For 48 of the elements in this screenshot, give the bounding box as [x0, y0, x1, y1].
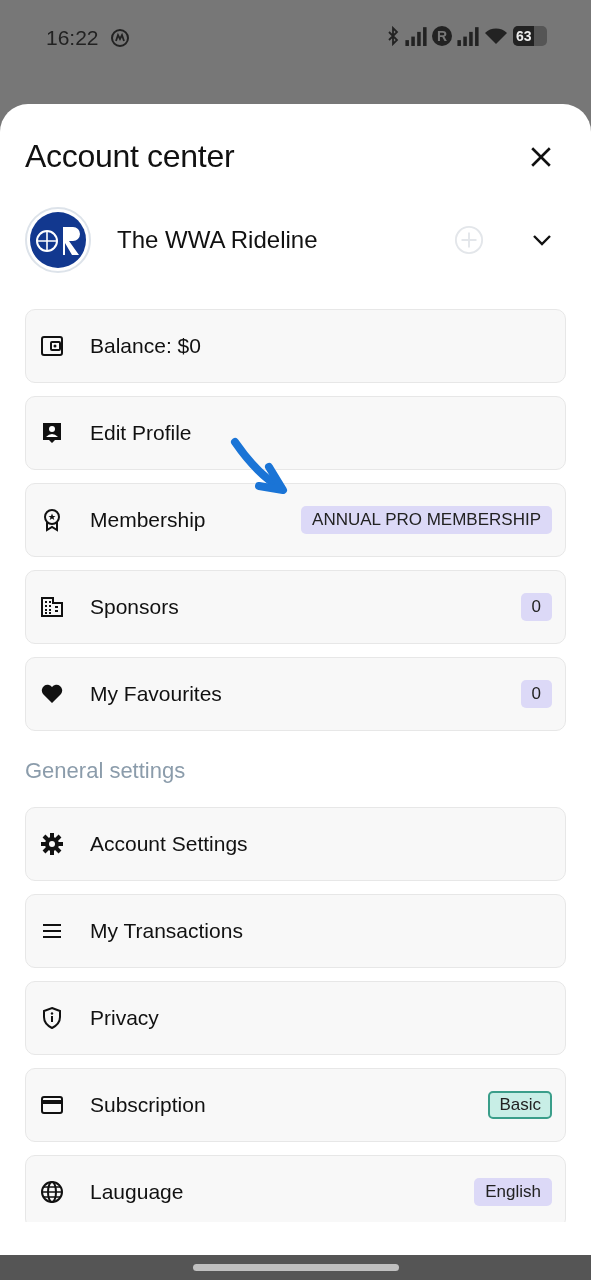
wallet-icon [40, 334, 64, 358]
menu-item[interactable]: Lauguage English [25, 1155, 566, 1222]
item-label: Subscription [90, 1093, 207, 1117]
menu-item[interactable]: Edit Profile [25, 396, 566, 470]
plus-icon [454, 225, 484, 255]
menu-item[interactable]: Account Settings [25, 807, 566, 881]
tag: 0 [520, 593, 552, 621]
signal-icon [405, 26, 427, 46]
menu-item[interactable]: Membership ANNUAL PRO MEMBERSHIP [25, 483, 566, 557]
menu-item[interactable]: Privacy [25, 981, 566, 1055]
wifi-icon [484, 27, 508, 45]
clock-time: 16:22 [46, 26, 99, 50]
close-icon [530, 145, 552, 168]
item-label: Edit Profile [90, 421, 193, 445]
menu-item[interactable]: Subscription Basic [25, 1068, 566, 1142]
credit-card-icon [40, 1093, 64, 1117]
menu-item[interactable]: Balance: $0 [25, 309, 566, 383]
tag: 0 [520, 680, 552, 708]
globe-icon [40, 1180, 64, 1204]
chevron-down-icon [532, 234, 552, 246]
shield-icon [40, 1006, 64, 1030]
item-label: Balance: $0 [90, 334, 202, 358]
account-name[interactable]: The WWA Rideline [117, 226, 450, 254]
menu-item[interactable]: My Transactions [25, 894, 566, 968]
menu-item[interactable]: Sponsors 0 [25, 570, 566, 644]
contact-card-icon [40, 421, 64, 445]
item-label: Sponsors [90, 595, 180, 619]
item-label: Lauguage [90, 1180, 185, 1204]
tag: English [474, 1178, 552, 1206]
item-label: Privacy [90, 1006, 160, 1030]
heart-icon [40, 682, 64, 706]
avatar-logo-icon [25, 207, 91, 273]
tag: Basic [488, 1091, 552, 1119]
gear-icon [40, 832, 64, 856]
building-icon [40, 595, 64, 619]
carrier-badge: R [432, 26, 452, 46]
notification-icon [109, 28, 130, 48]
item-label: Account Settings [90, 832, 249, 856]
signal-icon [457, 26, 479, 46]
section-heading: General settings [25, 758, 187, 784]
item-label: My Favourites [90, 682, 223, 706]
bluetooth-icon [386, 26, 400, 46]
battery-level: 63 [513, 26, 535, 46]
item-label: My Transactions [90, 919, 244, 943]
item-label: Membership [90, 508, 207, 532]
menu-item[interactable]: My Favourites 0 [25, 657, 566, 731]
tag: ANNUAL PRO MEMBERSHIP [301, 506, 552, 534]
sheet-title: Account center [25, 138, 235, 175]
